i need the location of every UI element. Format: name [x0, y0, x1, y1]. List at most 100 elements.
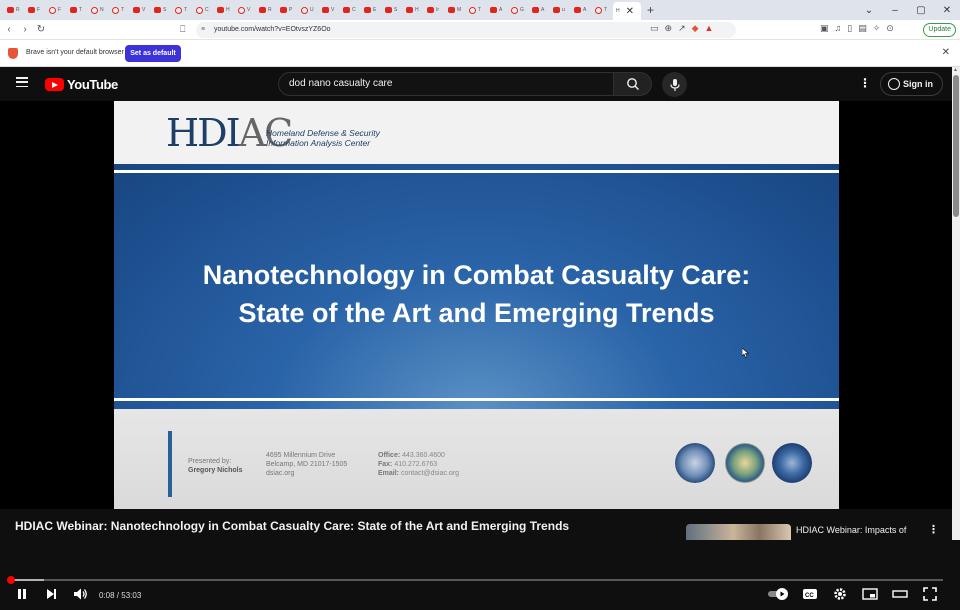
browser-tab[interactable]: S: [382, 2, 403, 18]
browser-tab[interactable]: F: [25, 2, 46, 18]
browser-tab[interactable]: T: [172, 2, 193, 18]
search-input[interactable]: dod nano casualty care: [278, 72, 614, 96]
browser-tab[interactable]: N: [88, 2, 109, 18]
reload-icon[interactable]: ↻: [34, 24, 48, 35]
browser-tab[interactable]: V: [235, 2, 256, 18]
vpn-icon[interactable]: ✧: [873, 23, 881, 34]
recommendation-thumbnail[interactable]: [686, 524, 791, 540]
browser-tab[interactable]: C: [193, 2, 214, 18]
close-window-button[interactable]: ✕: [934, 5, 960, 16]
recommendation-menu-icon[interactable]: ⋮: [928, 523, 939, 536]
browser-tab[interactable]: V: [319, 2, 340, 18]
settings-kebab-icon[interactable]: ⋮: [859, 76, 871, 90]
browser-tab[interactable]: H: [214, 2, 235, 18]
progress-bar[interactable]: [9, 579, 943, 581]
duration: 53:03: [121, 591, 142, 600]
minimize-button[interactable]: –: [882, 5, 908, 16]
back-icon[interactable]: ‹: [2, 24, 16, 35]
browser-tab[interactable]: T: [592, 2, 613, 18]
guide-menu-icon[interactable]: [16, 77, 28, 87]
update-button[interactable]: Update: [923, 23, 956, 37]
autoplay-toggle-icon[interactable]: [767, 587, 789, 601]
browser-tab[interactable]: F: [46, 2, 67, 18]
browser-tab[interactable]: A: [487, 2, 508, 18]
sign-in-button[interactable]: Sign in: [880, 72, 943, 96]
install-icon[interactable]: ▭: [650, 23, 659, 34]
new-tab-icon[interactable]: +: [647, 3, 654, 17]
scrubber-handle[interactable]: [7, 576, 15, 584]
volume-icon[interactable]: [73, 587, 89, 601]
media-icon[interactable]: ♫: [835, 23, 842, 34]
bookmark-icon[interactable]: ⎕: [180, 24, 185, 35]
reader-icon[interactable]: ▯: [847, 23, 852, 34]
pause-icon[interactable]: [15, 587, 29, 601]
scrollbar-thumb[interactable]: [953, 75, 959, 217]
page-scrollbar[interactable]: ▲: [952, 67, 960, 540]
voice-search-button[interactable]: [662, 72, 687, 97]
zoom-icon[interactable]: ⊕: [665, 23, 673, 34]
tab-label: u: [562, 7, 565, 13]
browser-tab[interactable]: A: [571, 2, 592, 18]
infobar-close-icon[interactable]: ✕: [942, 47, 950, 58]
browser-tab[interactable]: T: [109, 2, 130, 18]
opera-favicon-icon: [196, 6, 203, 14]
browser-tab[interactable]: V: [130, 2, 151, 18]
brave-rewards-icon[interactable]: ▲: [705, 23, 714, 34]
presented-by-label: Presented by:: [188, 458, 232, 465]
tab-label: F: [37, 7, 41, 13]
next-icon[interactable]: [44, 587, 58, 601]
browser-tab[interactable]: T: [466, 2, 487, 18]
tab-label: A: [499, 7, 503, 13]
seal-emblem-2: [725, 443, 765, 483]
set-default-button[interactable]: Set as default: [125, 45, 181, 62]
url-text: youtube.com/watch?v=EOtvszYZ6Oo: [214, 26, 331, 33]
browser-tab[interactable]: G: [508, 2, 529, 18]
subtitles-icon[interactable]: CC: [802, 587, 818, 601]
opera-favicon-icon: [511, 6, 518, 14]
browser-tab[interactable]: R: [256, 2, 277, 18]
miniplayer-icon[interactable]: [862, 587, 878, 601]
logo-main-text: HDI: [166, 111, 241, 155]
forward-icon[interactable]: ›: [18, 24, 32, 35]
browser-tab[interactable]: S: [151, 2, 172, 18]
extensions-icon[interactable]: ⊙: [886, 23, 894, 34]
share-icon[interactable]: ↗: [678, 23, 686, 34]
settings-gear-icon[interactable]: [833, 587, 847, 601]
tab-label: V: [142, 7, 146, 13]
browser-tab[interactable]: E: [361, 2, 382, 18]
tab-search-icon[interactable]: ⌄: [856, 5, 882, 16]
video-player[interactable]: HDIAC Homeland Defense & Security Inform…: [0, 101, 952, 601]
browser-tab[interactable]: M: [445, 2, 466, 18]
theater-mode-icon[interactable]: [892, 587, 908, 601]
youtube-favicon-icon: [343, 7, 350, 13]
fullscreen-icon[interactable]: [923, 587, 937, 601]
recommendation-title[interactable]: HDIAC Webinar: Impacts of: [796, 525, 906, 535]
browser-tab[interactable]: u: [550, 2, 571, 18]
browser-tab[interactable]: P: [277, 2, 298, 18]
player-controls: 0:08 / 53:03 CC: [0, 571, 952, 610]
browser-tab[interactable]: C: [340, 2, 361, 18]
browser-tab[interactable]: R: [4, 2, 25, 18]
thumbnail-image: [686, 524, 791, 540]
sidebar-icon[interactable]: ▣: [820, 23, 829, 34]
brave-shields-icon[interactable]: ◆: [692, 23, 699, 34]
search-button[interactable]: [613, 72, 652, 96]
browser-tab[interactable]: Ir: [424, 2, 445, 18]
youtube-logo[interactable]: YouTube: [45, 77, 118, 92]
browser-tab[interactable]: H: [403, 2, 424, 18]
browser-tab[interactable]: U: [298, 2, 319, 18]
contact-block: Office: 443.360.4600 Fax: 410.272.6763 E…: [378, 451, 459, 478]
browser-tab[interactable]: A: [529, 2, 550, 18]
wallet-icon[interactable]: ▤: [858, 23, 867, 34]
time-display: 0:08 / 53:03: [99, 591, 142, 600]
browser-tab[interactable]: T: [67, 2, 88, 18]
site-info-icon[interactable]: ≡: [201, 22, 205, 38]
scroll-up-icon[interactable]: ▲: [953, 67, 958, 73]
video-title: HDIAC Webinar: Nanotechnology in Combat …: [15, 519, 570, 533]
tab-close-icon[interactable]: ✕: [626, 6, 634, 17]
active-browser-tab[interactable]: H ✕: [613, 2, 641, 20]
youtube-play-icon: [45, 78, 64, 91]
opera-favicon-icon: [49, 6, 56, 14]
tab-label: T: [478, 7, 482, 13]
maximize-button[interactable]: ▢: [908, 5, 934, 16]
